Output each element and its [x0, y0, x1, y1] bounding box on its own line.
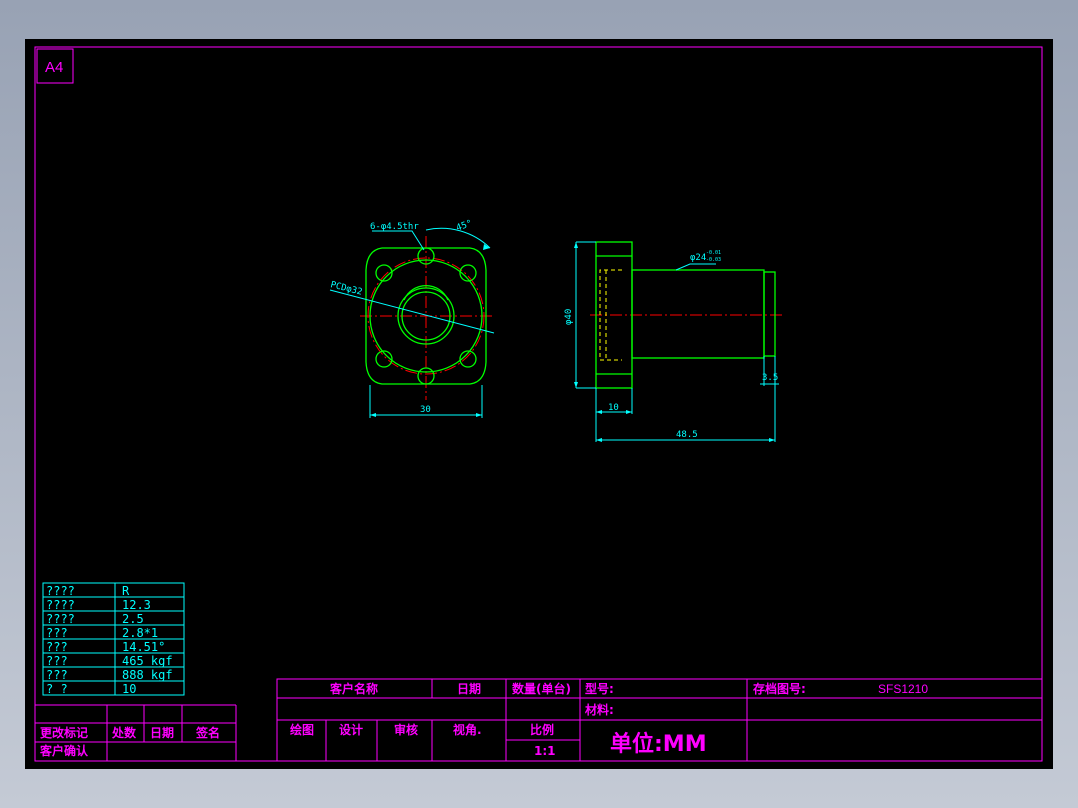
rev-date-label: 日期 — [150, 725, 174, 740]
customer-confirm-label: 客户确认 — [39, 743, 89, 758]
spec-value: 2.5 — [122, 612, 144, 626]
spec-value: 10 — [122, 682, 136, 696]
drawing-canvas[interactable] — [25, 39, 1053, 769]
count-label: 处数 — [111, 725, 137, 740]
change-mark-label: 更改标记 — [40, 725, 88, 740]
hole-callout: 6-φ4.5thr — [370, 222, 419, 232]
scale-value: 1:1 — [534, 744, 556, 758]
scale-label: 比例 — [530, 722, 554, 737]
spec-value: 888 kgf — [122, 668, 173, 682]
flange-thk-label: 10 — [608, 403, 619, 413]
signature-label: 签名 — [195, 725, 220, 740]
spec-label: ???? — [46, 612, 75, 626]
design-label: 设计 — [339, 722, 363, 737]
spec-label: ??? — [46, 640, 68, 654]
archive-value: SFS1210 — [878, 682, 928, 696]
review-label: 审核 — [394, 722, 418, 737]
spec-label: ??? — [46, 654, 68, 668]
drawn-label: 绘图 — [290, 722, 314, 737]
spec-value: 12.3 — [122, 598, 151, 612]
total-len-label: 48.5 — [676, 430, 698, 440]
spec-label: ???? — [46, 584, 75, 598]
step-len-label: 3.5 — [762, 373, 778, 383]
width-dim-label: 30 — [420, 405, 431, 415]
tol-lower: -0.03 — [706, 257, 721, 263]
unit-label: 单位:MM — [610, 731, 707, 757]
flange-dia-label: φ40 — [564, 309, 574, 325]
spec-value: 14.51° — [122, 640, 165, 654]
tol-upper: -0.01 — [706, 250, 721, 256]
view-angle-label: 视角. — [453, 722, 482, 737]
customer-name-label: 客户名称 — [329, 681, 378, 696]
spec-label: ??? — [46, 668, 68, 682]
sheet-size-label: A4 — [45, 59, 63, 76]
archive-no-label: 存档图号: — [752, 681, 806, 696]
quantity-label: 数量(单台) — [512, 681, 571, 696]
cad-drawing-window: A4 6-φ4.5thr 45° PCDφ32 30 φ40 φ24 -0.01… — [25, 39, 1053, 769]
shaft-dia-label: φ24 — [690, 253, 706, 263]
spec-value: 465 kgf — [122, 654, 173, 668]
spec-label: ??? — [46, 626, 68, 640]
spec-label: ? ? — [46, 682, 68, 696]
spec-label: ???? — [46, 598, 75, 612]
material-label: 材料: — [584, 702, 614, 717]
date-label: 日期 — [457, 681, 481, 696]
spec-value: 2.8*1 — [122, 626, 158, 640]
spec-value: R — [122, 584, 130, 598]
model-label: 型号: — [585, 681, 614, 696]
